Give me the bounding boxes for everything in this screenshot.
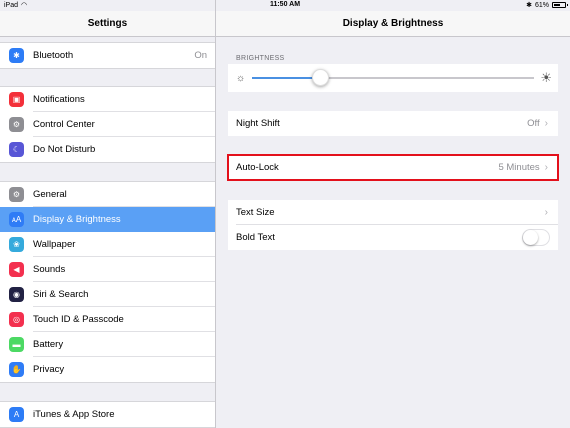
chevron-right-icon: › bbox=[544, 118, 548, 129]
toggle-thumb bbox=[523, 230, 538, 245]
sidebar-title: Settings bbox=[0, 11, 215, 37]
sidebar-item-label: Notifications bbox=[33, 94, 85, 105]
chevron-right-icon: › bbox=[544, 162, 548, 173]
sidebar-item-label: Bluetooth bbox=[33, 50, 74, 61]
sidebar-item-touch-id[interactable]: ◎ Touch ID & Passcode bbox=[0, 307, 215, 332]
chevron-right-icon: › bbox=[544, 207, 548, 218]
sidebar-group-connectivity: ✱ Bluetooth On bbox=[0, 42, 215, 69]
sidebar-item-wallpaper[interactable]: ❀ Wallpaper bbox=[0, 232, 215, 257]
brightness-slider-knob[interactable] bbox=[311, 69, 329, 86]
battery-indicator-icon bbox=[552, 2, 568, 8]
sidebar-item-label: Sounds bbox=[33, 264, 66, 275]
sidebar-item-label: Battery bbox=[33, 339, 64, 350]
bold-text-toggle[interactable] bbox=[522, 229, 550, 246]
sounds-icon: ◀ bbox=[9, 262, 24, 277]
status-right: ✱ 61% bbox=[526, 1, 568, 9]
bold-text-row: Bold Text bbox=[228, 225, 558, 250]
status-time: 11:50 AM bbox=[269, 1, 301, 8]
brightness-slider[interactable] bbox=[252, 69, 535, 86]
brightness-card: ☼ ☀ bbox=[228, 64, 558, 92]
brightness-slider-row: ☼ ☀ bbox=[228, 64, 558, 92]
night-shift-card: Night Shift Off › bbox=[228, 111, 558, 136]
text-size-label: Text Size bbox=[236, 207, 275, 218]
battery-icon: ▬ bbox=[9, 337, 24, 352]
bluetooth-status-icon: ✱ bbox=[526, 2, 532, 9]
sidebar-item-do-not-disturb[interactable]: ☾ Do Not Disturb bbox=[0, 137, 215, 162]
sidebar-item-label: Control Center bbox=[33, 119, 95, 130]
sun-large-icon: ☀ bbox=[540, 70, 552, 85]
status-bar: iPad ◠ 11:50 AM ✱ 61% bbox=[0, 0, 570, 11]
sidebar-item-label: Siri & Search bbox=[33, 289, 89, 300]
sidebar-item-privacy[interactable]: ✋ Privacy bbox=[0, 357, 215, 382]
siri-icon: ◉ bbox=[9, 287, 24, 302]
detail-pane: Display & Brightness BRIGHTNESS ☼ ☀ Nigh… bbox=[216, 0, 570, 428]
app-store-icon: A bbox=[9, 407, 24, 422]
auto-lock-row[interactable]: Auto-Lock 5 Minutes › bbox=[228, 155, 558, 180]
display-icon: ᴀA bbox=[9, 212, 24, 227]
page-title: Display & Brightness bbox=[216, 11, 570, 37]
auto-lock-card: Auto-Lock 5 Minutes › bbox=[227, 154, 559, 181]
bluetooth-icon: ✱ bbox=[9, 48, 24, 63]
sidebar-item-battery[interactable]: ▬ Battery bbox=[0, 332, 215, 357]
brightness-section-label: BRIGHTNESS bbox=[236, 55, 285, 62]
notifications-icon: ▣ bbox=[9, 92, 24, 107]
text-card: Text Size › Bold Text bbox=[228, 200, 558, 250]
brightness-slider-fill bbox=[252, 77, 320, 79]
sidebar-item-itunes-app-store[interactable]: A iTunes & App Store bbox=[0, 402, 215, 427]
night-shift-label: Night Shift bbox=[236, 118, 280, 129]
sidebar-item-label: iTunes & App Store bbox=[33, 409, 115, 420]
sidebar-group-general: ⚙ General ᴀA Display & Brightness ❀ Wall… bbox=[0, 181, 215, 383]
sidebar-item-notifications[interactable]: ▣ Notifications bbox=[0, 87, 215, 112]
hand-icon: ✋ bbox=[9, 362, 24, 377]
settings-sidebar: Settings ✱ Bluetooth On ▣ Notifications … bbox=[0, 0, 216, 428]
sidebar-item-label: Display & Brightness bbox=[33, 214, 121, 225]
sidebar-item-general[interactable]: ⚙ General bbox=[0, 182, 215, 207]
bold-text-label: Bold Text bbox=[236, 232, 275, 243]
sidebar-item-bluetooth[interactable]: ✱ Bluetooth On bbox=[0, 43, 215, 68]
sidebar-title-text: Settings bbox=[87, 18, 128, 29]
sidebar-item-label: Wallpaper bbox=[33, 239, 76, 250]
battery-fill bbox=[554, 4, 561, 6]
sidebar-group-notifications: ▣ Notifications ⚙ Control Center ☾ Do No… bbox=[0, 86, 215, 163]
sidebar-group-store: A iTunes & App Store bbox=[0, 401, 215, 428]
gear-icon: ⚙ bbox=[9, 187, 24, 202]
night-shift-row[interactable]: Night Shift Off › bbox=[228, 111, 558, 136]
sidebar-item-label: Privacy bbox=[33, 364, 65, 375]
sidebar-item-label: Touch ID & Passcode bbox=[33, 314, 124, 325]
sun-small-icon: ☼ bbox=[236, 72, 246, 84]
night-shift-value: Off bbox=[527, 118, 540, 129]
bluetooth-status: On bbox=[194, 50, 207, 61]
sidebar-item-label: General bbox=[33, 189, 67, 200]
page-title-text: Display & Brightness bbox=[342, 18, 444, 29]
control-center-icon: ⚙ bbox=[9, 117, 24, 132]
sidebar-item-siri-search[interactable]: ◉ Siri & Search bbox=[0, 282, 215, 307]
wallpaper-icon: ❀ bbox=[9, 237, 24, 252]
sidebar-item-sounds[interactable]: ◀ Sounds bbox=[0, 257, 215, 282]
sidebar-item-control-center[interactable]: ⚙ Control Center bbox=[0, 112, 215, 137]
sidebar-item-label: Do Not Disturb bbox=[33, 144, 96, 155]
auto-lock-value: 5 Minutes bbox=[498, 162, 540, 173]
sidebar-item-display-brightness[interactable]: ᴀA Display & Brightness bbox=[0, 207, 215, 232]
moon-icon: ☾ bbox=[9, 142, 24, 157]
auto-lock-label: Auto-Lock bbox=[236, 162, 279, 173]
text-size-row[interactable]: Text Size › bbox=[228, 200, 558, 225]
battery-percent: 61% bbox=[534, 1, 549, 9]
fingerprint-icon: ◎ bbox=[9, 312, 24, 327]
